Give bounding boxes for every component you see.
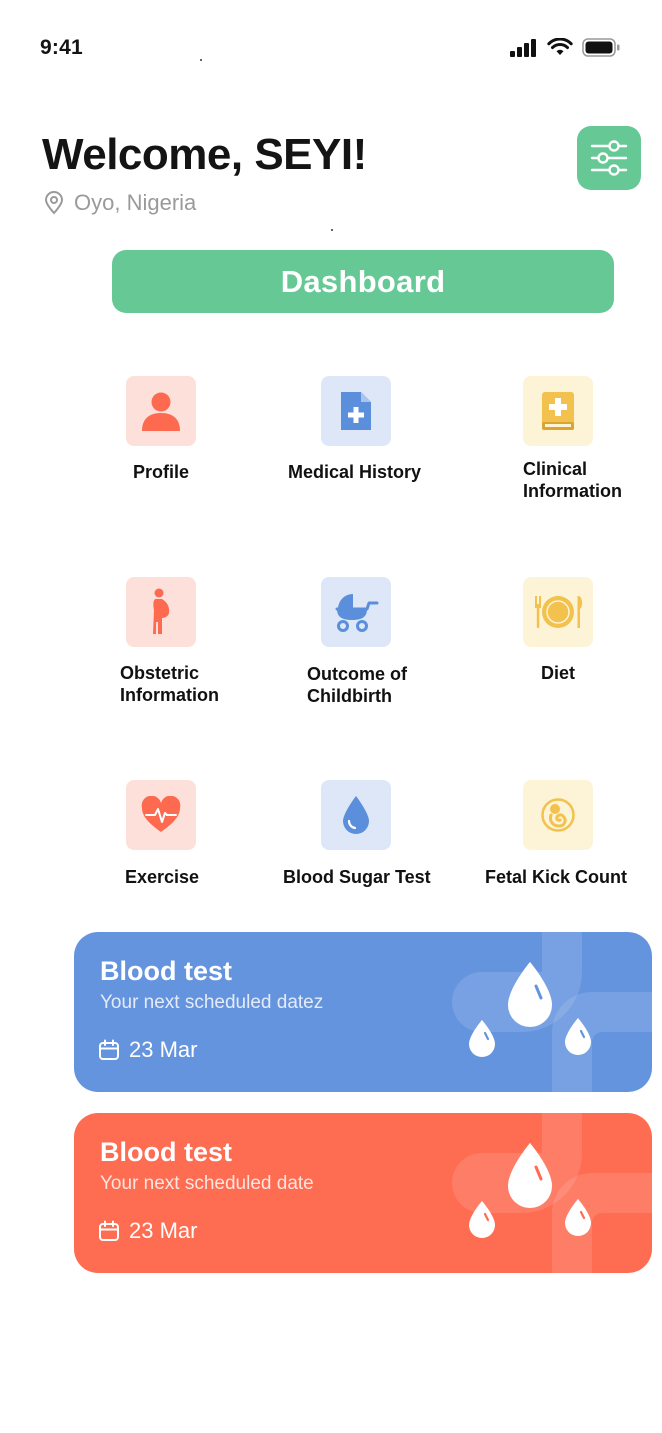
menu-label-fetal-kick-count[interactable]: Fetal Kick Count (485, 867, 627, 889)
card-subtitle: Your next scheduled datez (100, 992, 324, 1013)
card-title: Blood test (100, 956, 232, 986)
exercise-tile[interactable] (126, 780, 196, 850)
card-date: 23 Mar (129, 1037, 198, 1062)
blood-drop-icon (343, 796, 369, 834)
dashboard-button[interactable]: Dashboard (112, 250, 614, 313)
blood-test-card-red[interactable]: Blood test Your next scheduled date 23 M… (74, 1113, 652, 1273)
menu-label-clinical-information[interactable]: Clinical Information (523, 459, 622, 502)
stray-dot (200, 59, 202, 61)
pregnant-woman-icon (153, 588, 170, 634)
outcome-of-childbirth-tile[interactable] (321, 577, 391, 647)
location-text: Oyo, Nigeria (74, 190, 197, 215)
card-title: Blood test (100, 1137, 232, 1167)
clinical-book-icon (542, 392, 574, 430)
battery-icon (582, 38, 620, 57)
blood-test-card-blue[interactable]: Blood test Your next scheduled datez 23 … (74, 932, 652, 1092)
menu-label-obstetric-information[interactable]: Obstetric Information (120, 663, 219, 706)
plate-cutlery-icon (535, 596, 583, 628)
welcome-heading: Welcome, SEYI! (42, 130, 367, 179)
card-subtitle: Your next scheduled date (100, 1173, 314, 1194)
calendar-icon (99, 1220, 119, 1241)
cellular-signal-icon (510, 38, 536, 57)
card-date-row: 23 Mar (98, 1037, 197, 1063)
heartbeat-icon (141, 796, 181, 832)
calendar-icon (99, 1039, 119, 1060)
menu-label-medical-history[interactable]: Medical History (288, 462, 421, 484)
diet-tile[interactable] (523, 577, 593, 647)
stray-dot (331, 229, 333, 231)
menu-label-outcome-of-childbirth[interactable]: Outcome of Childbirth (307, 664, 407, 707)
medical-history-tile[interactable] (321, 376, 391, 446)
profile-tile[interactable] (126, 376, 196, 446)
menu-label-diet[interactable]: Diet (541, 663, 575, 685)
obstetric-information-tile[interactable] (126, 577, 196, 647)
filter-button[interactable] (577, 126, 641, 190)
baby-stroller-icon (335, 593, 379, 632)
fetal-kick-count-tile[interactable] (523, 780, 593, 850)
person-icon (142, 392, 180, 431)
status-icons (510, 38, 620, 57)
card-date-row: 23 Mar (98, 1218, 197, 1244)
wifi-icon (547, 38, 573, 55)
menu-label-blood-sugar-test[interactable]: Blood Sugar Test (283, 867, 431, 889)
menu-label-profile[interactable]: Profile (133, 462, 189, 484)
menu-label-exercise[interactable]: Exercise (125, 867, 199, 889)
fetus-icon (541, 798, 575, 832)
location-row: Oyo, Nigeria (44, 190, 196, 216)
card-date: 23 Mar (129, 1218, 198, 1243)
location-pin-icon (44, 191, 64, 215)
medical-document-icon (341, 392, 371, 430)
blood-drops-decoration-icon (452, 1113, 652, 1273)
sliders-icon (590, 140, 628, 176)
clinical-information-tile[interactable] (523, 376, 593, 446)
blood-drops-decoration-icon (452, 932, 652, 1092)
blood-sugar-test-tile[interactable] (321, 780, 391, 850)
status-time: 9:41 (40, 36, 83, 59)
